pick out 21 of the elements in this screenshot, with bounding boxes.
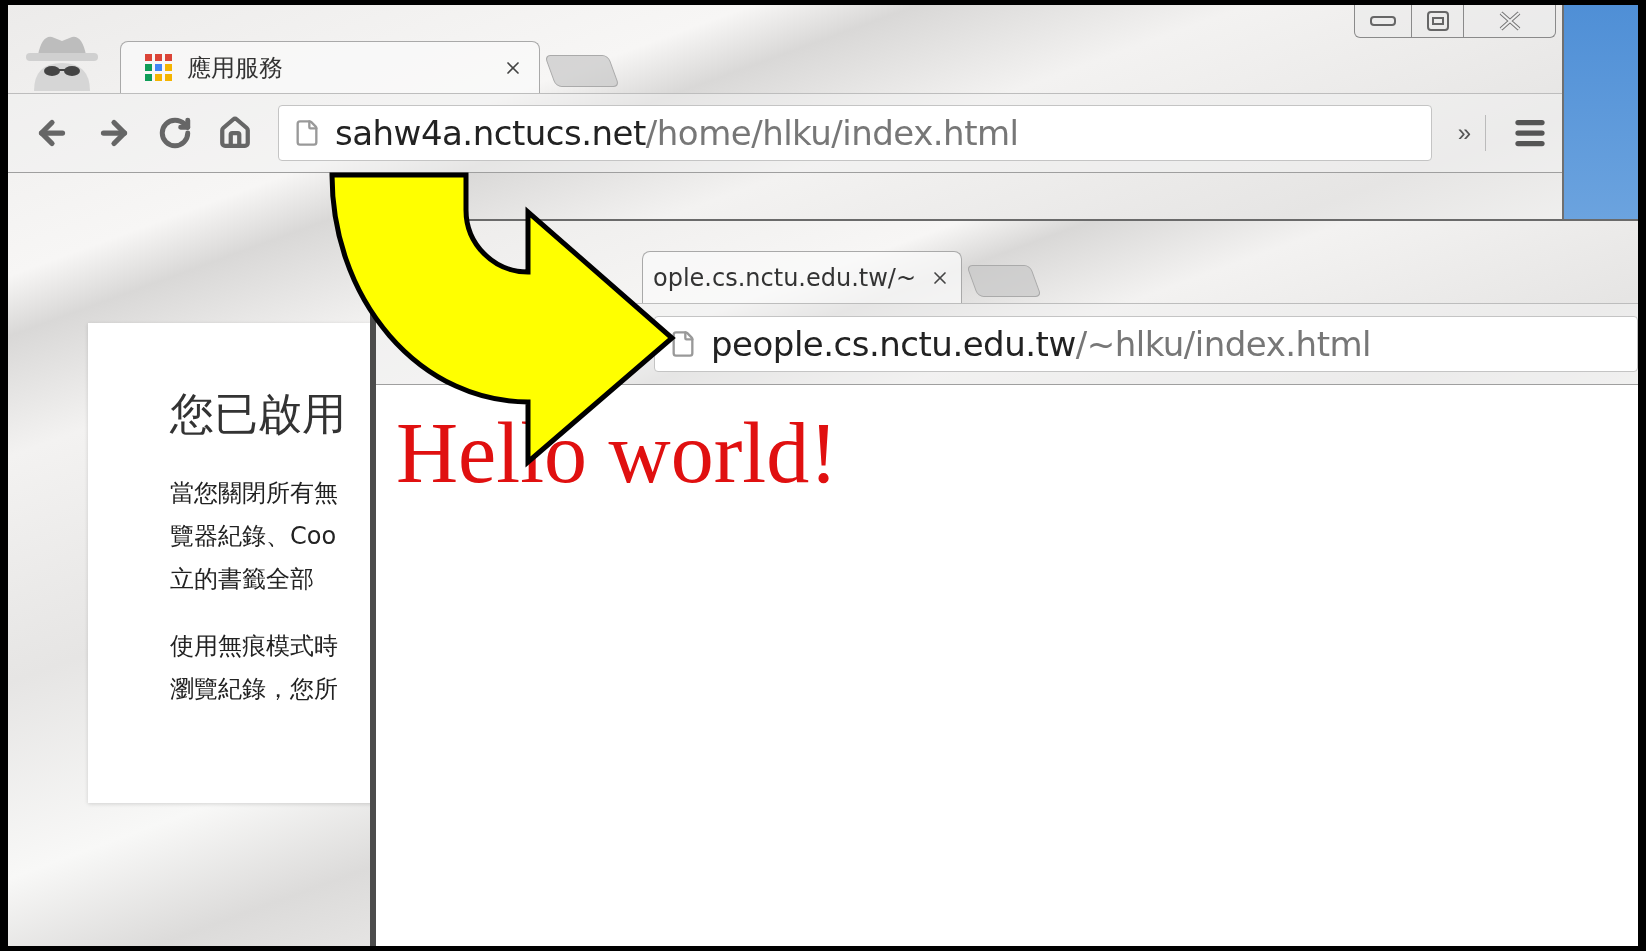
card-title: 您已啟用 bbox=[170, 387, 347, 441]
url-text: people.cs.nctu.edu.tw/~hlku/index.html bbox=[711, 324, 1372, 364]
maximize-icon bbox=[1426, 11, 1449, 31]
close-icon bbox=[1497, 10, 1522, 32]
url-text: sahw4a.nctucs.net/home/hlku/index.html bbox=[335, 113, 1019, 153]
browser-tab[interactable]: ople.cs.nctu.edu.tw/~ bbox=[642, 251, 962, 303]
card-text-line: 瀏覽紀錄，您所 bbox=[170, 674, 339, 705]
card-text-line: 當您關閉所有無 bbox=[170, 478, 339, 509]
tab-title: ople.cs.nctu.edu.tw/~ bbox=[653, 263, 917, 292]
apps-grid-icon bbox=[145, 53, 173, 82]
card-text-line: 使用無痕模式時 bbox=[170, 631, 339, 662]
reload-button[interactable] bbox=[158, 116, 192, 150]
home-button[interactable] bbox=[218, 116, 252, 150]
address-bar[interactable]: people.cs.nctu.edu.tw/~hlku/index.html bbox=[654, 316, 1638, 372]
card-text-line: 覽器紀錄、Coo bbox=[170, 521, 338, 552]
card-text-line: 立的書籤全部 bbox=[170, 564, 315, 595]
minimize-icon bbox=[1370, 16, 1396, 26]
address-bar[interactable]: sahw4a.nctucs.net/home/hlku/index.html bbox=[278, 105, 1432, 161]
browser-tab[interactable]: 應用服務 bbox=[120, 41, 540, 93]
extensions-overflow-button[interactable]: » bbox=[1457, 115, 1486, 151]
tab-title: 應用服務 bbox=[187, 52, 284, 84]
